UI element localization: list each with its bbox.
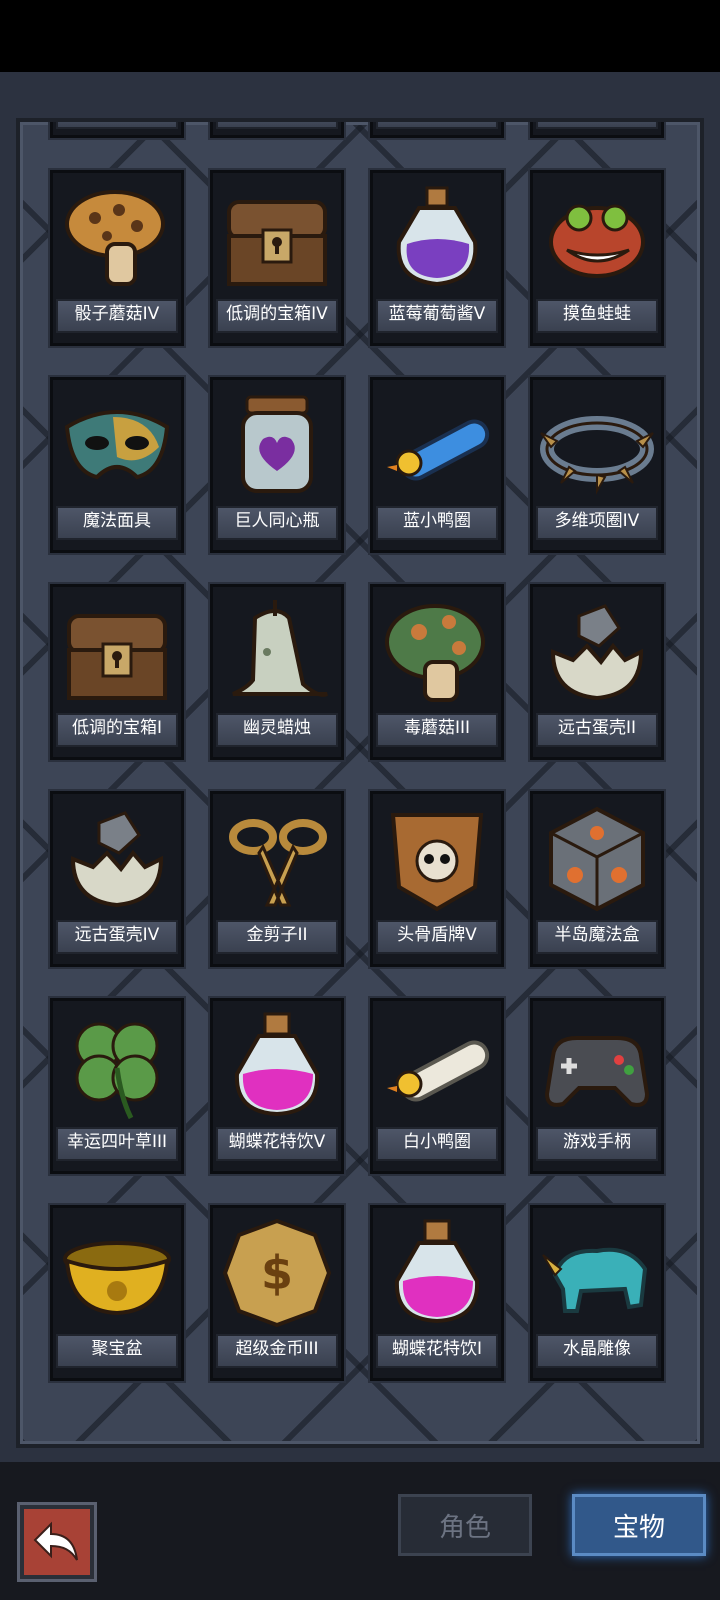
item-slot-partial[interactable]	[210, 122, 344, 138]
item-slot[interactable]: 蝴蝶花特饮V	[210, 998, 344, 1174]
item-label	[536, 122, 658, 129]
item-name-label: 幽灵蜡烛	[216, 713, 338, 747]
item-name-label: 摸鱼蛙蛙	[536, 299, 658, 333]
item-slot[interactable]: 魔法面具	[50, 377, 184, 553]
back-arrow-icon	[33, 1521, 78, 1561]
red-frog-icon	[539, 179, 655, 297]
poison-mushroom-icon	[379, 593, 495, 711]
gamepad-icon	[539, 1007, 655, 1125]
item-slot[interactable]: 聚宝盆	[50, 1205, 184, 1381]
item-name-label: 白小鸭圈	[376, 1127, 498, 1161]
tab-role[interactable]: 角色	[398, 1494, 532, 1556]
spiked-collar-icon	[539, 386, 655, 504]
item-slot[interactable]: 幸运四叶草III	[50, 998, 184, 1174]
item-name-label: 蓝莓葡萄酱V	[376, 299, 498, 333]
item-label	[216, 122, 338, 129]
item-slot[interactable]: 巨人同心瓶	[210, 377, 344, 553]
crystal-rhino-icon	[539, 1214, 655, 1332]
pink-potion-icon	[379, 1214, 495, 1332]
item-slot[interactable]: 摸鱼蛙蛙	[530, 170, 664, 346]
back-button[interactable]	[20, 1505, 94, 1579]
tab-treasure[interactable]: 宝物	[572, 1494, 706, 1556]
white-duck-ring-icon	[379, 1007, 495, 1125]
item-slot[interactable]: 半岛魔法盒	[530, 791, 664, 967]
top-status-bar	[0, 0, 720, 72]
item-slot[interactable]: 白小鸭圈	[370, 998, 504, 1174]
item-name-label: 半岛魔法盒	[536, 920, 658, 954]
treasure-grid-panel[interactable]: 骰子蘑菇IV 低调的宝箱IV 蓝莓葡萄酱V 摸鱼蛙蛙魔法面具 巨人同心瓶 蓝小鸭圈 多维项圈…	[16, 118, 704, 1448]
pink-potion-icon	[219, 1007, 335, 1125]
item-name-label: 远古蛋壳II	[536, 713, 658, 747]
blue-duck-ring-icon	[379, 386, 495, 504]
ghost-candle-icon	[219, 593, 335, 711]
four-leaf-clover-icon	[59, 1007, 175, 1125]
item-slot-partial[interactable]	[530, 122, 664, 138]
item-name-label: 多维项圈IV	[536, 506, 658, 540]
item-slot[interactable]: 水晶雕像	[530, 1205, 664, 1381]
skull-shield-icon	[379, 800, 495, 918]
item-name-label: 水晶雕像	[536, 1334, 658, 1368]
heart-jar-icon	[219, 386, 335, 504]
tab-role-label: 角色	[438, 1512, 491, 1543]
item-name-label: 聚宝盆	[56, 1334, 178, 1368]
item-name-label: 蝴蝶花特饮V	[216, 1127, 338, 1161]
item-name-label: 蓝小鸭圈	[376, 506, 498, 540]
tab-treasure-label: 宝物	[612, 1512, 665, 1543]
item-slot[interactable]: 毒蘑菇III	[370, 584, 504, 760]
item-slot[interactable]: 骰子蘑菇IV	[50, 170, 184, 346]
golden-scissors-icon	[219, 800, 335, 918]
item-label	[56, 122, 178, 129]
item-slot[interactable]: 蝴蝶花特饮I	[370, 1205, 504, 1381]
item-name-label: 魔法面具	[56, 506, 178, 540]
item-slot[interactable]: 头骨盾牌V	[370, 791, 504, 967]
item-name-label: 头骨盾牌V	[376, 920, 498, 954]
item-name-label: 游戏手柄	[536, 1127, 658, 1161]
item-name-label: 骰子蘑菇IV	[56, 299, 178, 333]
item-slot[interactable]: 远古蛋壳IV	[50, 791, 184, 967]
item-name-label: 巨人同心瓶	[216, 506, 338, 540]
eggshell-icon	[539, 593, 655, 711]
item-name-label: 超级金币III	[216, 1334, 338, 1368]
item-slot-partial[interactable]	[50, 122, 184, 138]
item-slot-partial[interactable]	[370, 122, 504, 138]
item-slot[interactable]: 蓝小鸭圈	[370, 377, 504, 553]
item-name-label: 低调的宝箱IV	[216, 299, 338, 333]
item-name-label: 毒蘑菇III	[376, 713, 498, 747]
item-name-label: 低调的宝箱I	[56, 713, 178, 747]
item-name-label: 远古蛋壳IV	[56, 920, 178, 954]
treasure-chest-icon	[219, 179, 335, 297]
item-slot[interactable]: 蓝莓葡萄酱V	[370, 170, 504, 346]
treasure-grid: 骰子蘑菇IV 低调的宝箱IV 蓝莓葡萄酱V 摸鱼蛙蛙魔法面具 巨人同心瓶 蓝小鸭圈 多维项圈…	[20, 122, 700, 1444]
gold-coin-icon: $	[219, 1214, 335, 1332]
item-slot[interactable]: 游戏手柄	[530, 998, 664, 1174]
item-slot[interactable]: 金剪子II	[210, 791, 344, 967]
magic-cube-icon	[539, 800, 655, 918]
item-slot[interactable]: $ 超级金币III	[210, 1205, 344, 1381]
magic-mask-icon	[59, 386, 175, 504]
eggshell-icon	[59, 800, 175, 918]
item-slot[interactable]: 低调的宝箱IV	[210, 170, 344, 346]
item-name-label: 金剪子II	[216, 920, 338, 954]
item-slot[interactable]: 远古蛋壳II	[530, 584, 664, 760]
item-slot[interactable]: 多维项圈IV	[530, 377, 664, 553]
item-name-label: 幸运四叶草III	[56, 1127, 178, 1161]
purple-potion-icon	[379, 179, 495, 297]
item-slot[interactable]: 幽灵蜡烛	[210, 584, 344, 760]
svg-text:$: $	[261, 1246, 293, 1300]
item-name-label: 蝴蝶花特饮I	[376, 1334, 498, 1368]
treasure-chest-icon	[59, 593, 175, 711]
item-label	[376, 122, 498, 129]
treasure-bowl-icon	[59, 1214, 175, 1332]
dice-mushroom-icon	[59, 179, 175, 297]
item-slot[interactable]: 低调的宝箱I	[50, 584, 184, 760]
